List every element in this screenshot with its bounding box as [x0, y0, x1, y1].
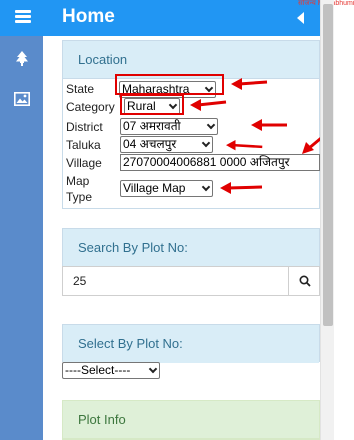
map-type-select-value: Village Map	[123, 181, 186, 195]
sidebar	[0, 36, 43, 440]
chevron-down-icon	[206, 120, 216, 130]
plot-number-input[interactable]: 25	[63, 267, 289, 295]
top-bar: Home	[0, 0, 320, 36]
district-label: District	[66, 120, 103, 134]
plot-number-select[interactable]: ----Select----	[62, 362, 160, 379]
map-type-select[interactable]: Village Map	[120, 180, 213, 197]
chevron-down-icon	[148, 364, 158, 374]
annotation-arrow-state	[231, 78, 268, 90]
plot-number-select-value: ----Select----	[65, 363, 131, 377]
collapse-sidebar-icon[interactable]	[297, 12, 304, 24]
search-icon	[298, 275, 311, 287]
taluka-select-value: 04 अचलपुर	[123, 137, 177, 151]
annotation-box-state	[115, 74, 224, 95]
state-label: State	[66, 82, 95, 96]
search-button[interactable]	[289, 267, 320, 295]
search-plot-panel-header: Search By Plot No:	[63, 229, 319, 267]
map-type-label-line2: Type	[66, 190, 93, 204]
plot-info-panel-header: Plot Info	[63, 401, 319, 439]
village-label: Village	[66, 156, 102, 170]
taluka-label: Taluka	[66, 138, 101, 152]
taluka-select[interactable]: 04 अचलपुर	[120, 136, 213, 153]
hamburger-menu-icon[interactable]	[15, 10, 31, 24]
app-window: Home सौजन्य Mahabhumi Location State Mah…	[0, 0, 354, 440]
search-plot-panel: Search By Plot No:	[62, 228, 320, 267]
category-label: Category	[66, 100, 115, 114]
village-field[interactable]: 27070004006881 0000 अजितपुर	[120, 154, 320, 171]
annotation-arrow-taluka	[226, 139, 263, 151]
annotation-arrow-map-type	[220, 182, 263, 194]
scrollbar[interactable]	[320, 0, 334, 440]
annotation-arrow-district	[251, 119, 287, 131]
annotation-arrow-category	[190, 99, 227, 111]
district-select[interactable]: 07 अमरावती	[120, 118, 218, 135]
page-title: Home	[62, 6, 115, 27]
tree-icon[interactable]	[13, 50, 31, 68]
map-type-label-line1: Map	[66, 174, 90, 188]
chevron-down-icon	[201, 182, 211, 192]
select-plot-panel-header: Select By Plot No:	[63, 325, 319, 363]
plot-info-panel: Plot Info	[62, 400, 320, 440]
district-select-value: 07 अमरावती	[123, 119, 181, 133]
annotation-box-category	[120, 94, 184, 115]
image-icon[interactable]	[13, 90, 31, 108]
scrollbar-thumb[interactable]	[323, 4, 333, 326]
chevron-down-icon	[201, 138, 211, 148]
select-plot-panel: Select By Plot No:	[62, 324, 320, 363]
search-plot-row: 25	[62, 266, 320, 296]
